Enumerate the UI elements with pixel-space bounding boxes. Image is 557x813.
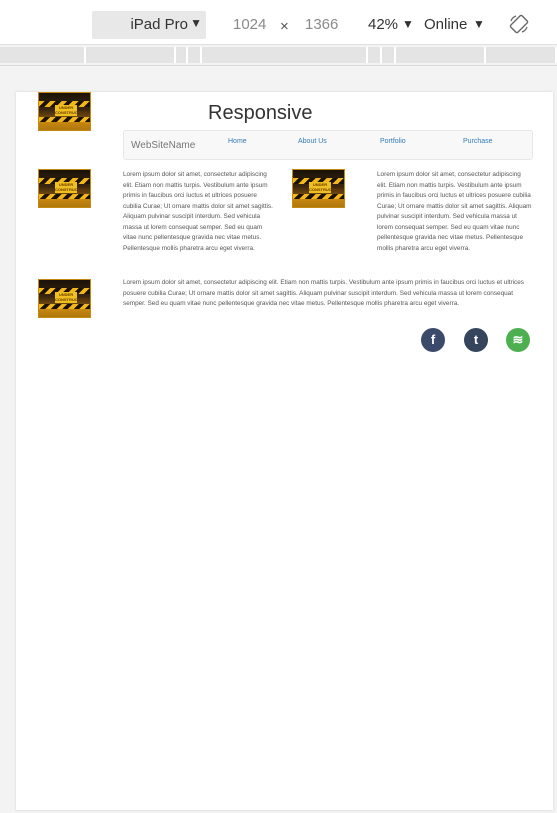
page-title: Responsive bbox=[208, 102, 313, 124]
construction-image: UNDER CONSTRUCTION bbox=[292, 169, 345, 208]
paragraph-left: Lorem ipsum dolor sit amet, consectetur … bbox=[123, 171, 273, 252]
image-caption: UNDER CONSTRUCTION bbox=[55, 292, 88, 303]
nav-about-us[interactable]: About Us bbox=[298, 138, 327, 145]
image-caption: UNDER CONSTRUCTION bbox=[55, 105, 88, 116]
device-toolbar: iPad Pro ▼ 1024 × 1366 42% ▼ Online ▼ bbox=[0, 0, 557, 45]
construction-image: UNDER CONSTRUCTION bbox=[38, 92, 91, 131]
spotify-icon[interactable]: ≋ bbox=[506, 328, 530, 352]
media-query-segment[interactable] bbox=[0, 47, 86, 63]
rotate-icon[interactable] bbox=[509, 14, 529, 34]
emulated-page: UNDER CONSTRUCTION Responsive WebSiteNam… bbox=[16, 92, 553, 810]
image-caption: UNDER CONSTRUCTION bbox=[309, 182, 342, 193]
paragraph-wide: Lorem ipsum dolor sit amet, consectetur … bbox=[123, 279, 525, 307]
construction-image: UNDER CONSTRUCTION bbox=[38, 169, 91, 208]
times-icon: × bbox=[280, 18, 289, 35]
nav-portfolio[interactable]: Portfolio bbox=[380, 138, 406, 145]
navbar: WebSiteName Home About Us Portfolio Purc… bbox=[123, 130, 533, 160]
navbar-brand[interactable]: WebSiteName bbox=[131, 140, 195, 151]
width-input[interactable]: 1024 bbox=[233, 16, 266, 33]
caret-down-icon: ▼ bbox=[473, 17, 485, 31]
throttling-select[interactable]: Online bbox=[424, 16, 467, 33]
media-query-segment[interactable] bbox=[202, 47, 368, 63]
image-caption: UNDER CONSTRUCTION bbox=[55, 182, 88, 193]
media-query-segment[interactable] bbox=[86, 47, 176, 63]
construction-image: UNDER CONSTRUCTION bbox=[38, 279, 91, 318]
caret-down-icon: ▼ bbox=[190, 16, 202, 30]
media-query-segment[interactable] bbox=[486, 47, 557, 63]
nav-home[interactable]: Home bbox=[228, 138, 247, 145]
device-label: iPad Pro bbox=[130, 16, 188, 33]
nav-purchase[interactable]: Purchase bbox=[463, 138, 493, 145]
device-select[interactable]: iPad Pro ▼ bbox=[92, 11, 206, 39]
media-query-segment[interactable] bbox=[396, 47, 486, 63]
media-query-segment[interactable] bbox=[382, 47, 396, 63]
height-input[interactable]: 1366 bbox=[305, 16, 338, 33]
paragraph-right: Lorem ipsum dolor sit amet, consectetur … bbox=[377, 171, 532, 252]
caret-down-icon: ▼ bbox=[402, 17, 414, 31]
media-query-segment[interactable] bbox=[368, 47, 382, 63]
media-query-segment[interactable] bbox=[176, 47, 188, 63]
media-query-segment[interactable] bbox=[188, 47, 202, 63]
tumblr-icon[interactable]: t bbox=[464, 328, 488, 352]
facebook-icon[interactable]: f bbox=[421, 328, 445, 352]
media-query-bar[interactable] bbox=[0, 45, 557, 66]
zoom-select[interactable]: 42% bbox=[368, 16, 398, 33]
